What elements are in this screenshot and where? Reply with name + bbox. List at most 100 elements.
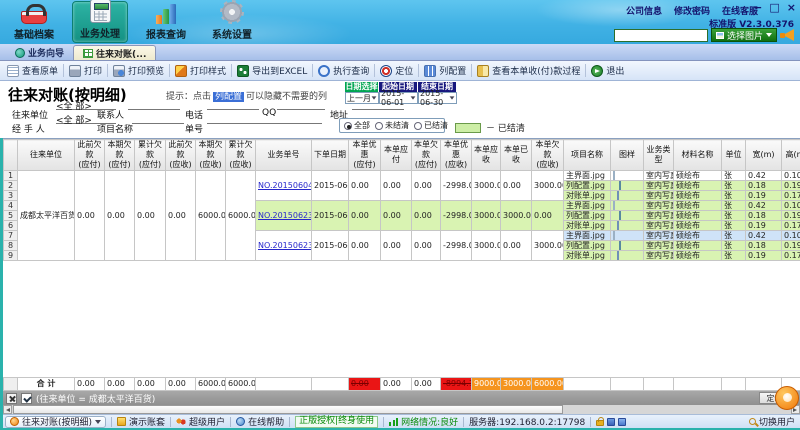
col-header[interactable] bbox=[4, 140, 18, 171]
end-date-select[interactable]: 2015-06-30 bbox=[418, 92, 457, 104]
material-cell[interactable]: 硕绘布 bbox=[674, 191, 722, 201]
view-original-button[interactable]: 查看原单 bbox=[3, 64, 62, 77]
cell[interactable]: 0.00 bbox=[501, 171, 532, 201]
print-button[interactable]: 打印 bbox=[65, 64, 106, 77]
col-header[interactable]: 本单已收 bbox=[501, 140, 532, 171]
order-date-cell[interactable]: 2015-06-23 bbox=[312, 201, 349, 231]
project-cell[interactable]: 主界面.jpg bbox=[564, 231, 611, 241]
cell[interactable]: 3000.00 bbox=[532, 171, 564, 201]
order-link[interactable]: NO.201506230003 bbox=[258, 241, 312, 250]
cell[interactable]: 3000.00 bbox=[472, 231, 501, 261]
radio-unsettled[interactable]: 未结清 bbox=[375, 120, 409, 131]
col-header-image[interactable]: 图样 bbox=[611, 140, 644, 171]
cell[interactable]: 3000.00 bbox=[501, 201, 532, 231]
biztype-cell[interactable]: 室内写真 bbox=[644, 171, 674, 181]
material-cell[interactable]: 硕绘布 bbox=[674, 231, 722, 241]
col-header-height[interactable]: 高(m) bbox=[782, 140, 800, 171]
cell[interactable]: -2998.04 bbox=[441, 231, 472, 261]
change-password-link[interactable]: 修改密码 bbox=[674, 4, 710, 17]
order-date-cell[interactable]: 2015-06-04 bbox=[312, 171, 349, 201]
biztype-cell[interactable]: 室内写真 bbox=[644, 211, 674, 221]
cell[interactable]: 3000.00 bbox=[472, 171, 501, 201]
tab-business-wizard[interactable]: 业务向导 bbox=[6, 45, 73, 60]
contact-input[interactable] bbox=[128, 99, 180, 110]
cell[interactable]: 0.00 bbox=[532, 201, 564, 231]
switch-user-button[interactable]: 切换用户 bbox=[749, 415, 795, 428]
height-cell[interactable]: 0.17 bbox=[782, 251, 800, 261]
biztype-cell[interactable]: 室内写真 bbox=[644, 251, 674, 261]
print-style-button[interactable]: 打印样式 bbox=[171, 64, 230, 77]
row-number[interactable]: 3 bbox=[4, 191, 18, 201]
height-cell[interactable]: 0.10 bbox=[782, 231, 800, 241]
scroll-left-button[interactable] bbox=[3, 405, 12, 414]
width-cell[interactable]: 0.42 bbox=[746, 201, 782, 211]
close-button[interactable]: × bbox=[787, 2, 796, 13]
nav-item-report-query[interactable]: 报表查询 bbox=[138, 1, 194, 43]
pick-image-button[interactable]: 选择图片 bbox=[711, 28, 777, 42]
cell[interactable]: 0.00 bbox=[501, 231, 532, 261]
row-number[interactable]: 2 bbox=[4, 181, 18, 191]
radio-settled[interactable]: 已结清 bbox=[414, 120, 448, 131]
qq-input[interactable] bbox=[277, 99, 325, 110]
nav-item-business-processing[interactable]: 业务处理 bbox=[72, 1, 128, 43]
image-cell[interactable] bbox=[611, 191, 644, 201]
material-cell[interactable]: 硕绘布 bbox=[674, 181, 722, 191]
message-icon[interactable] bbox=[607, 418, 615, 426]
project-cell[interactable]: 对账单.jpg bbox=[564, 191, 611, 201]
cell[interactable]: 0.00 bbox=[75, 171, 105, 261]
cell[interactable]: 3000.00 bbox=[532, 231, 564, 261]
current-user-label[interactable]: 超级用户 bbox=[176, 415, 225, 428]
height-cell[interactable]: 0.19 bbox=[782, 211, 800, 221]
height-cell[interactable]: 0.19 bbox=[782, 181, 800, 191]
height-cell[interactable]: 0.17 bbox=[782, 191, 800, 201]
project-cell[interactable]: 对账单.jpg bbox=[564, 221, 611, 231]
image-cell[interactable] bbox=[611, 221, 644, 231]
cell[interactable]: 0.00 bbox=[135, 171, 166, 261]
image-cell[interactable] bbox=[611, 171, 644, 181]
image-cell[interactable] bbox=[611, 241, 644, 251]
project-cell[interactable]: 列配置.jpg bbox=[564, 211, 611, 221]
row-number[interactable]: 8 bbox=[4, 241, 18, 251]
col-header[interactable]: 本单欠款 (应收) bbox=[532, 140, 564, 171]
col-header[interactable]: 本期欠款 (应收) bbox=[196, 140, 226, 171]
col-header-partner[interactable]: 往来单位 bbox=[18, 140, 75, 171]
project-cell[interactable]: 列配置.jpg bbox=[564, 181, 611, 191]
online-help-link[interactable]: 在线帮助 bbox=[236, 415, 284, 428]
cell[interactable]: 0.00 bbox=[412, 201, 441, 231]
col-header[interactable]: 此前欠款 (应付) bbox=[75, 140, 105, 171]
width-cell[interactable]: 0.18 bbox=[746, 181, 782, 191]
chat-icon[interactable] bbox=[618, 418, 626, 426]
col-header[interactable]: 本单欠款 (应付) bbox=[412, 140, 441, 171]
order-no-cell[interactable]: NO.201506230002 bbox=[256, 201, 312, 231]
width-cell[interactable]: 0.18 bbox=[746, 211, 782, 221]
image-cell[interactable] bbox=[611, 251, 644, 261]
biztype-cell[interactable]: 室内写真 bbox=[644, 221, 674, 231]
current-view-selector[interactable]: 往来对账(按明细) bbox=[5, 416, 106, 428]
image-cell[interactable] bbox=[611, 201, 644, 211]
exit-button[interactable]: 退出 bbox=[587, 64, 628, 77]
row-number[interactable]: 9 bbox=[4, 251, 18, 261]
export-excel-button[interactable]: 导出到EXCEL bbox=[233, 64, 311, 77]
width-cell[interactable]: 0.19 bbox=[746, 221, 782, 231]
filter-enabled-checkbox[interactable] bbox=[21, 393, 32, 404]
unit-cell[interactable]: 张 bbox=[722, 231, 746, 241]
cell[interactable]: 0.00 bbox=[349, 231, 381, 261]
radio-all[interactable]: 全部 bbox=[344, 120, 370, 131]
row-number[interactable]: 7 bbox=[4, 231, 18, 241]
cell[interactable]: 0.00 bbox=[349, 171, 381, 201]
height-cell[interactable]: 0.19 bbox=[782, 241, 800, 251]
material-cell[interactable]: 硕绘布 bbox=[674, 171, 722, 181]
image-cell[interactable] bbox=[611, 181, 644, 191]
restore-button[interactable]: □ bbox=[769, 2, 779, 13]
partner-cell[interactable]: 成都太平洋百货 bbox=[18, 171, 75, 261]
col-header-width[interactable]: 宽(m) bbox=[746, 140, 782, 171]
biztype-cell[interactable]: 室内写真 bbox=[644, 231, 674, 241]
order-no-cell[interactable]: NO.201506040001 bbox=[256, 171, 312, 201]
image-cell[interactable] bbox=[611, 231, 644, 241]
order-link[interactable]: NO.201506230002 bbox=[258, 211, 312, 220]
height-cell[interactable]: 0.10 bbox=[782, 171, 800, 181]
cell[interactable]: 0.00 bbox=[349, 201, 381, 231]
row-number[interactable]: 6 bbox=[4, 221, 18, 231]
col-header-order-date[interactable]: 下单日期 bbox=[312, 140, 349, 171]
col-header[interactable]: 此前欠款 (应收) bbox=[166, 140, 196, 171]
